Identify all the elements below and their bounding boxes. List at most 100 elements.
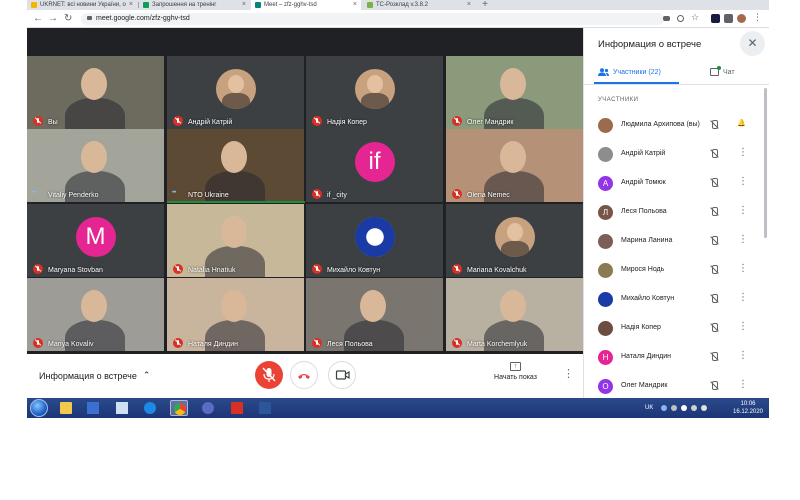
participant-tile[interactable]: Наталя Диндин [167, 278, 304, 351]
more-options-icon[interactable]: ⋮ [738, 292, 748, 303]
end-call-button[interactable] [290, 361, 318, 389]
participant-tile[interactable]: Вы [27, 56, 164, 129]
tab-participants[interactable]: Участники (22) [598, 68, 661, 76]
participant-row[interactable]: А Андрій Томюк ⋮ [584, 168, 769, 197]
participant-tile[interactable]: M Maryana Stovban [27, 204, 164, 277]
chrome-icon[interactable] [170, 400, 188, 416]
browser-tab-strip: UKRNET: всі новини України, о × Запрошен… [27, 0, 769, 10]
more-options-icon[interactable]: ⋮ [738, 350, 748, 361]
participant-tile[interactable]: Михайло Ковтун [306, 204, 443, 277]
app-icon[interactable] [199, 400, 217, 416]
camera-toggle-button[interactable] [328, 361, 356, 389]
word-icon[interactable] [256, 400, 274, 416]
meeting-info-button[interactable]: Информация о встрече ⌃ [39, 370, 150, 381]
more-options-icon[interactable]: ⋮ [738, 321, 748, 332]
more-options-icon[interactable]: ⋮ [738, 379, 748, 390]
more-options-icon[interactable]: ⋮ [563, 367, 574, 380]
person-head [500, 68, 526, 100]
participant-tile[interactable]: ••• NTO Ukraine [167, 129, 304, 202]
person-head [81, 141, 107, 173]
participant-tile[interactable]: ••• Vitaliy Penderko [27, 129, 164, 202]
star-icon[interactable]: ☆ [691, 12, 699, 23]
present-now-button[interactable]: ↑ Начать показ [488, 362, 543, 381]
participant-tile[interactable]: Mariana Kovalchuk [446, 204, 583, 277]
arrow-left-icon[interactable]: ← [33, 13, 43, 25]
tab-title: UKRNET: всі новини України, о [40, 2, 126, 8]
panel-scrollbar[interactable] [764, 88, 767, 238]
participant-tile[interactable]: Natalia Hnatiuk [167, 204, 304, 277]
tray-icon[interactable] [661, 405, 668, 411]
participant-row[interactable]: Л Леся Польова ⋮ [584, 197, 769, 226]
participant-tile[interactable]: Олег Мандрик [446, 56, 583, 129]
more-options-icon[interactable]: ⋮ [738, 234, 748, 245]
save-icon[interactable] [84, 400, 102, 416]
mic-off-icon [312, 264, 322, 274]
mic-off-icon [312, 189, 322, 199]
tray-icon[interactable] [671, 405, 678, 411]
participant-row[interactable]: Н Наталя Диндин ⋮ [584, 342, 769, 371]
participant-name: Олег Мандрик [467, 119, 514, 126]
person-head [500, 141, 526, 173]
participant-tile[interactable]: Надія Копер [306, 56, 443, 129]
avatar [354, 68, 395, 109]
participant-name: Maryana Stovban [48, 267, 103, 274]
participant-name: Mariya Kovaliv [48, 341, 94, 348]
more-options-icon[interactable]: ⋮ [738, 263, 748, 274]
participant-tile[interactable]: Леся Польова [306, 278, 443, 351]
edge-icon[interactable] [141, 400, 159, 416]
participant-row[interactable]: Андрій Катрій ⋮ [584, 139, 769, 168]
more-options-icon[interactable]: ⋮ [738, 147, 748, 158]
more-options-icon[interactable]: ⋮ [738, 176, 748, 187]
close-tab-icon[interactable]: × [129, 1, 133, 8]
document-icon[interactable] [113, 400, 131, 416]
volume-icon[interactable] [701, 405, 708, 411]
kebab-menu-icon[interactable]: ⋮ [753, 12, 762, 23]
flag-icon[interactable] [681, 405, 688, 411]
more-options-icon[interactable]: ⋮ [738, 205, 748, 216]
participant-tile[interactable]: Marta Korchemlyuk [446, 278, 583, 351]
hang-up-icon [298, 374, 310, 379]
participant-row[interactable]: Людмила Архипова (вы) 🔔 [584, 110, 769, 139]
person-head [81, 68, 107, 100]
participant-row[interactable]: Надія Копер ⋮ [584, 313, 769, 342]
pdf-icon[interactable] [228, 400, 246, 416]
browser-tab[interactable]: Запрошення на тренінг × [139, 0, 250, 10]
close-tab-icon[interactable]: × [353, 1, 357, 8]
participant-row[interactable]: Михайло Ковтун ⋮ [584, 284, 769, 313]
participant-tile[interactable]: Андрій Катрій [167, 56, 304, 129]
address-bar[interactable]: meet.google.com/zfz-gghv-tsd [81, 13, 664, 25]
clock-date: 16.12.2020 [732, 409, 764, 415]
folder-icon[interactable] [57, 400, 75, 416]
reload-icon[interactable]: ↻ [64, 13, 72, 25]
extension-icon[interactable] [711, 14, 720, 23]
profile-avatar[interactable] [737, 14, 746, 23]
participant-tile[interactable]: Olena Nemec [446, 129, 583, 202]
new-tab-button[interactable]: + [479, 0, 491, 10]
pin-icon[interactable]: 🔔 [737, 119, 746, 127]
mic-off-icon [452, 338, 462, 348]
search-icon[interactable] [677, 15, 684, 22]
tab-chat[interactable]: Чат [710, 66, 735, 76]
browser-tab[interactable]: UKRNET: всі новини України, о × [27, 0, 137, 10]
participant-tile[interactable]: Mariya Kovaliv [27, 278, 164, 351]
browser-tab-active[interactable]: Meet – zfz-gghv-tsd × [251, 0, 361, 10]
close-tab-icon[interactable]: × [242, 1, 246, 8]
participant-name: Михайло Ковтун [327, 267, 381, 274]
person-head [500, 290, 526, 322]
participant-row[interactable]: Марина Ланина ⋮ [584, 226, 769, 255]
browser-tab[interactable]: TC-Розклад v.3.8.2 × [363, 0, 475, 10]
start-button[interactable] [30, 399, 48, 417]
extension-icon[interactable] [724, 14, 733, 23]
close-tab-icon[interactable]: × [467, 1, 471, 8]
camera-icon[interactable] [663, 16, 670, 21]
participant-tile[interactable]: if if _city [306, 129, 443, 202]
arrow-right-icon[interactable]: → [48, 13, 58, 25]
participant-row[interactable]: Мирося Нодь ⋮ [584, 255, 769, 284]
close-panel-button[interactable]: ✕ [740, 31, 765, 56]
mic-off-icon [33, 116, 43, 126]
participant-row[interactable]: О Олег Мандрик ⋮ [584, 371, 769, 400]
language-indicator[interactable]: UK [645, 405, 653, 411]
network-icon[interactable] [691, 405, 698, 411]
clock[interactable]: 10:06 16.12.2020 [730, 400, 766, 416]
mic-toggle-button[interactable] [255, 361, 283, 389]
